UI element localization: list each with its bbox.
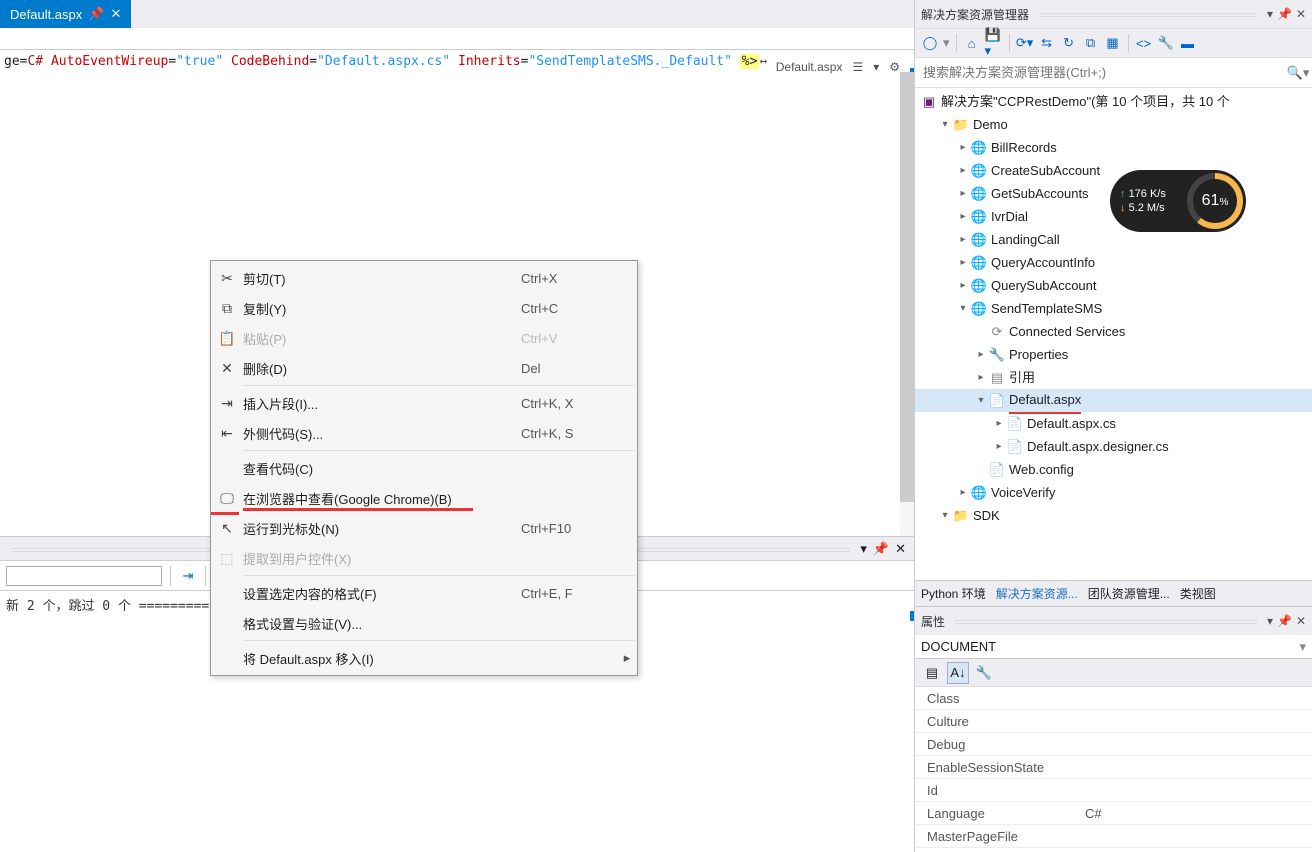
code-marker: %> bbox=[740, 54, 760, 69]
search-input[interactable] bbox=[915, 65, 1284, 80]
context-menu-item[interactable]: ↖运行到光标处(N)Ctrl+F10 bbox=[211, 513, 637, 543]
tree-node[interactable]: ▸📄Default.aspx.cs bbox=[915, 412, 1312, 435]
context-menu-item[interactable]: ⧉复制(Y)Ctrl+C bbox=[211, 293, 637, 323]
context-menu-item: ⬚提取到用户控件(X) bbox=[211, 543, 637, 573]
close-icon[interactable]: ✕ bbox=[110, 6, 121, 22]
wrench-icon[interactable]: 🔧 bbox=[1157, 34, 1175, 52]
tab-class-view[interactable]: 类视图 bbox=[1180, 585, 1216, 602]
code-line-1: ge=C# AutoEventWireup="true" CodeBehind=… bbox=[0, 50, 914, 69]
pin-icon[interactable]: 📌 bbox=[1277, 7, 1292, 21]
tree-node[interactable]: ▾🌐SendTemplateSMS bbox=[915, 297, 1312, 320]
download-speed: 5.2 M/s bbox=[1120, 202, 1166, 214]
tree-node[interactable]: ▸🔧Properties bbox=[915, 343, 1312, 366]
solution-root[interactable]: ▣ 解决方案"CCPRestDemo"(第 10 个项目，共 10 个 bbox=[915, 90, 1312, 113]
tree-node[interactable]: ▾📄Default.aspx bbox=[915, 389, 1312, 412]
context-menu-item[interactable]: 将 Default.aspx 移入(I)▸ bbox=[211, 643, 637, 673]
close-icon[interactable]: ✕ bbox=[895, 541, 906, 557]
property-row[interactable]: EnableSessionState bbox=[915, 756, 1312, 779]
dropdown-icon[interactable]: ▾ bbox=[1267, 614, 1273, 628]
dropdown-icon[interactable]: ▾ bbox=[1267, 7, 1273, 21]
properties-grid[interactable]: ClassCultureDebugEnableSessionStateIdLan… bbox=[915, 687, 1312, 852]
collapse-icon[interactable]: ⇆ bbox=[1038, 34, 1056, 52]
context-menu-item[interactable]: 查看代码(C) bbox=[211, 453, 637, 483]
upload-speed: 176 K/s bbox=[1120, 188, 1166, 200]
network-gauge-widget: 176 K/s 5.2 M/s 61% bbox=[1110, 170, 1246, 232]
editor-breadcrumb-bar: Default.aspx ☰ ▾ ⚙ bbox=[0, 28, 914, 50]
categorized-icon[interactable]: ▤ bbox=[921, 662, 943, 684]
pin-icon[interactable]: 📌 bbox=[88, 6, 104, 22]
panel-tabs: Python 环境 解决方案资源... 团队资源管理... 类视图 bbox=[915, 580, 1312, 606]
property-row[interactable]: LanguageC# bbox=[915, 802, 1312, 825]
properties-panel: 属性 ▾ 📌 ✕ DOCUMENT ▾ ▤ A↓ 🔧 ClassCultureD… bbox=[915, 606, 1312, 852]
copy-icon[interactable]: ⧉ bbox=[1082, 34, 1100, 52]
context-menu-item: 📋粘贴(P)Ctrl+V bbox=[211, 323, 637, 353]
home-icon[interactable]: ⌂ bbox=[963, 34, 981, 52]
dropdown-icon[interactable]: ▾ bbox=[860, 541, 867, 557]
tree-node[interactable]: ▸🌐BillRecords bbox=[915, 136, 1312, 159]
close-icon[interactable]: ✕ bbox=[1296, 614, 1306, 628]
document-tab-active[interactable]: Default.aspx 📌 ✕ bbox=[0, 0, 131, 28]
show-all-icon[interactable]: ▦ bbox=[1104, 34, 1122, 52]
tree-node[interactable]: ▸🌐QuerySubAccount bbox=[915, 274, 1312, 297]
properties-header: 属性 ▾ 📌 ✕ bbox=[915, 607, 1312, 635]
properties-toolbar: ▤ A↓ 🔧 bbox=[915, 659, 1312, 687]
output-source-select[interactable] bbox=[6, 566, 162, 586]
property-row[interactable]: MasterPageFile bbox=[915, 825, 1312, 848]
document-tab-title: Default.aspx bbox=[10, 7, 82, 22]
property-row[interactable]: Class bbox=[915, 687, 1312, 710]
pin-icon[interactable]: 📌 bbox=[873, 541, 889, 557]
tab-team-explorer[interactable]: 团队资源管理... bbox=[1088, 585, 1170, 602]
context-menu-item[interactable]: ⇥插入片段(I)...Ctrl+K, X bbox=[211, 388, 637, 418]
solution-explorer-search: 🔍▾ bbox=[915, 58, 1312, 88]
back-icon[interactable]: ◯ bbox=[921, 34, 939, 52]
indent-icon[interactable]: ⇥ bbox=[179, 567, 197, 585]
alphabetical-icon[interactable]: A↓ bbox=[947, 662, 969, 684]
tree-node[interactable]: ▸🌐QueryAccountInfo bbox=[915, 251, 1312, 274]
tree-node[interactable]: ▸🌐LandingCall bbox=[915, 228, 1312, 251]
context-menu-item[interactable]: ✂剪切(T)Ctrl+X bbox=[211, 263, 637, 293]
gauge-percent: 61% bbox=[1202, 192, 1229, 210]
solution-explorer-header: 解决方案资源管理器 ▾ 📌 ✕ bbox=[915, 0, 1312, 28]
context-menu: ✂剪切(T)Ctrl+X⧉复制(Y)Ctrl+C📋粘贴(P)Ctrl+V✕删除(… bbox=[210, 260, 638, 676]
wrench-icon[interactable]: 🔧 bbox=[973, 662, 995, 684]
tab-solution-explorer[interactable]: 解决方案资源... bbox=[996, 585, 1078, 602]
tree-node[interactable]: ▸🌐CreateSubAccount bbox=[915, 159, 1312, 182]
context-menu-item[interactable]: 格式设置与验证(V)... bbox=[211, 608, 637, 638]
save-icon[interactable]: 💾▾ bbox=[985, 34, 1003, 52]
refresh-icon[interactable]: ↻ bbox=[1060, 34, 1078, 52]
property-row[interactable]: Culture bbox=[915, 710, 1312, 733]
sync-icon[interactable]: ⟳▾ bbox=[1016, 34, 1034, 52]
tree-node[interactable]: ▾📁SDK bbox=[915, 504, 1312, 527]
tree-node[interactable]: ▸▤引用 bbox=[915, 366, 1312, 389]
context-menu-item[interactable]: 设置选定内容的格式(F)Ctrl+E, F bbox=[211, 578, 637, 608]
toggle-icon[interactable]: ▬ bbox=[1179, 34, 1197, 52]
tree-node[interactable]: ▸📄Default.aspx.designer.cs bbox=[915, 435, 1312, 458]
pin-icon[interactable]: 📌 bbox=[1277, 614, 1292, 628]
dropdown-icon[interactable]: ▾ bbox=[1299, 639, 1312, 655]
context-menu-item[interactable]: 🖵在浏览器中查看(Google Chrome)(B) bbox=[211, 483, 637, 513]
tree-node[interactable]: ⟳Connected Services bbox=[915, 320, 1312, 343]
context-menu-item[interactable]: ✕删除(D)Del bbox=[211, 353, 637, 383]
property-row[interactable]: Debug bbox=[915, 733, 1312, 756]
search-icon[interactable]: 🔍▾ bbox=[1284, 65, 1312, 81]
right-panel: 解决方案资源管理器 ▾ 📌 ✕ ◯ ▾ ⌂ 💾▾ ⟳▾ ⇆ ↻ ⧉ ▦ <> 🔧… bbox=[914, 0, 1312, 852]
solution-explorer-title: 解决方案资源管理器 bbox=[921, 6, 1029, 23]
code-icon[interactable]: <> bbox=[1135, 34, 1153, 52]
solution-explorer-toolbar: ◯ ▾ ⌂ 💾▾ ⟳▾ ⇆ ↻ ⧉ ▦ <> 🔧 ▬ bbox=[915, 28, 1312, 58]
property-row[interactable]: Id bbox=[915, 779, 1312, 802]
solution-tree[interactable]: ▣ 解决方案"CCPRestDemo"(第 10 个项目，共 10 个 ▾📁De… bbox=[915, 88, 1312, 580]
close-icon[interactable]: ✕ bbox=[1296, 7, 1306, 21]
tab-python[interactable]: Python 环境 bbox=[921, 585, 986, 602]
properties-object[interactable]: DOCUMENT bbox=[921, 639, 1299, 654]
tree-node[interactable]: ▾📁Demo bbox=[915, 113, 1312, 136]
tree-node[interactable]: 📄Web.config bbox=[915, 458, 1312, 481]
properties-title: 属性 bbox=[921, 613, 945, 630]
tree-node[interactable]: ▸🌐VoiceVerify bbox=[915, 481, 1312, 504]
context-menu-item[interactable]: ⇤外侧代码(S)...Ctrl+K, S bbox=[211, 418, 637, 448]
